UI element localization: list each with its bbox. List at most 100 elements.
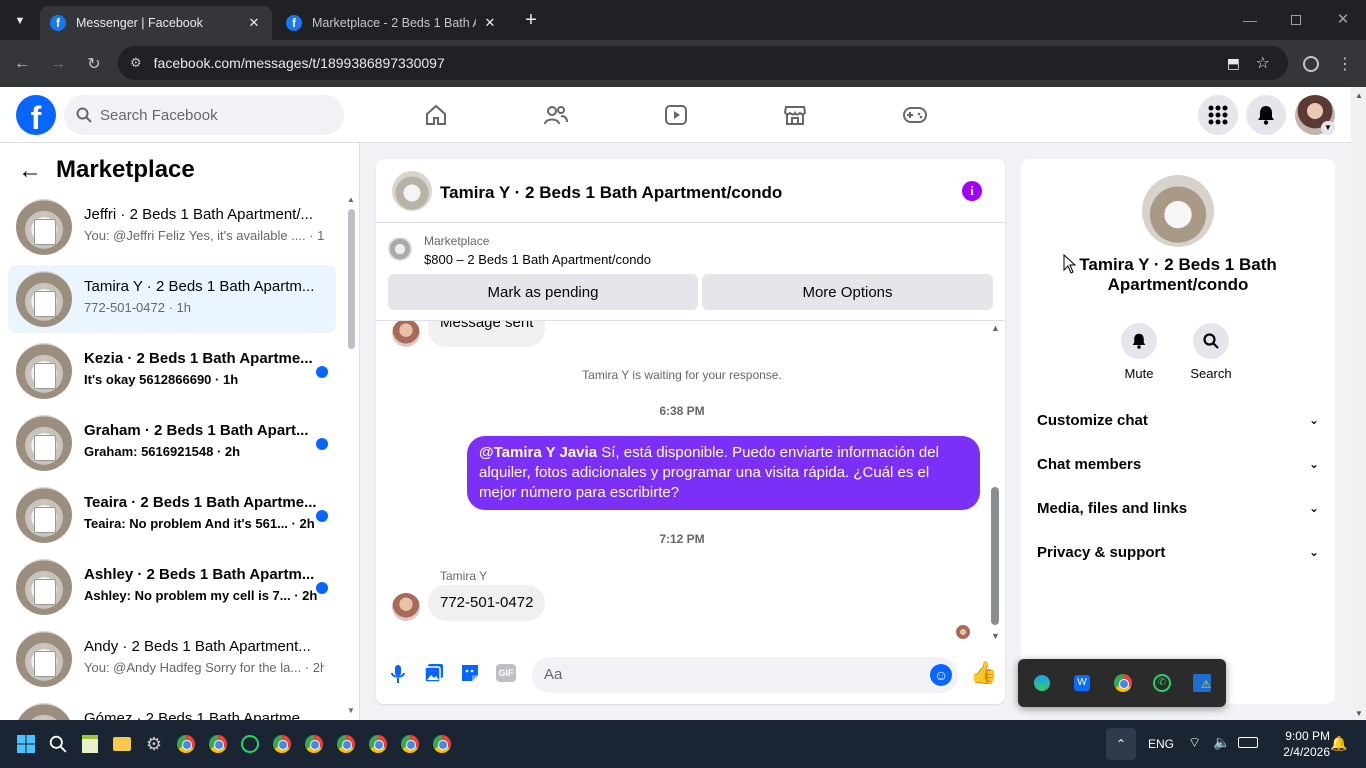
received-message-bubble[interactable]: 772-501-0472 xyxy=(428,585,546,621)
browser-menu-icon[interactable]: ⋮ xyxy=(1332,51,1358,77)
media-files-links-section[interactable]: Media, files and links ⌄ xyxy=(1037,486,1319,530)
mention[interactable]: @Tamira Y Javia xyxy=(479,444,597,461)
list-item[interactable]: Teaira · 2 Beds 1 Bath Apartme... Teaira… xyxy=(8,481,336,549)
site-settings-icon[interactable]: ⚙ xyxy=(130,55,142,71)
received-message-bubble[interactable]: Message sent xyxy=(428,321,546,347)
chrome-taskbar-icon[interactable] xyxy=(334,732,358,756)
list-scrollbar[interactable]: ▲ ▼ xyxy=(345,195,357,715)
chat-avatar[interactable] xyxy=(392,171,432,211)
message-input[interactable]: Aa ☺ xyxy=(532,657,958,693)
video-nav-icon[interactable] xyxy=(656,99,696,131)
tab-search-chevron-icon[interactable]: ▼ xyxy=(10,11,30,31)
mark-as-pending-button[interactable]: Mark as pending xyxy=(388,274,698,310)
clock-date[interactable]: 2/4/2026 xyxy=(1266,745,1330,759)
install-app-icon[interactable]: ⬒ xyxy=(1227,55,1240,72)
unread-dot xyxy=(316,438,328,450)
notifications-bell-icon[interactable] xyxy=(1246,95,1286,135)
message-thread: Message sent Tamira Y is waiting for you… xyxy=(376,321,1005,649)
tab-messenger[interactable]: f Messenger | Facebook ✕ xyxy=(40,6,272,40)
security-warning-tray-icon[interactable]: ⚠ xyxy=(1193,674,1211,692)
menu-grid-icon[interactable] xyxy=(1198,95,1238,135)
battery-icon[interactable] xyxy=(1238,737,1258,748)
chrome-taskbar-icon[interactable] xyxy=(302,732,326,756)
notification-bell-icon[interactable]: 🔔 xyxy=(1330,735,1347,752)
conversation-name: Kezia · 2 Beds 1 Bath Apartme... xyxy=(84,350,313,367)
microphone-icon[interactable] xyxy=(390,664,406,684)
whatsapp-taskbar-icon[interactable] xyxy=(238,732,262,756)
back-icon[interactable]: ← xyxy=(9,51,35,77)
minimize-icon[interactable]: — xyxy=(1240,12,1260,28)
gif-icon[interactable]: GIF xyxy=(496,664,516,682)
photo-icon[interactable] xyxy=(424,663,444,683)
forward-icon[interactable]: → xyxy=(45,51,71,77)
sent-message-bubble[interactable]: @Tamira Y Javia Sí, está disponible. Pue… xyxy=(467,436,980,510)
chrome-taskbar-icon[interactable] xyxy=(366,732,390,756)
chrome-taskbar-icon[interactable] xyxy=(174,732,198,756)
volume-icon[interactable]: 🔈 xyxy=(1213,734,1230,751)
thread-scrollbar[interactable]: ▲ ▼ xyxy=(989,323,1001,641)
home-nav-icon[interactable] xyxy=(416,99,456,131)
close-tab-icon[interactable]: ✕ xyxy=(482,15,498,31)
chrome-taskbar-icon[interactable] xyxy=(398,732,422,756)
language-indicator[interactable]: ENG xyxy=(1148,737,1174,751)
search-conversation-button[interactable]: Search xyxy=(1187,323,1235,381)
account-chevron-icon[interactable]: ▼ xyxy=(1321,121,1335,135)
reload-icon[interactable]: ↻ xyxy=(81,51,107,77)
edge-tray-icon[interactable] xyxy=(1034,675,1050,691)
emoji-icon[interactable]: ☺ xyxy=(930,664,952,686)
file-explorer-icon[interactable] xyxy=(110,732,134,756)
like-thumbs-up-icon[interactable]: 👍 xyxy=(970,660,997,686)
settings-gear-icon[interactable]: ⚙ xyxy=(142,732,166,756)
chrome-tray-icon[interactable] xyxy=(1114,674,1132,692)
notepad-taskbar-icon[interactable] xyxy=(78,732,102,756)
chrome-taskbar-icon[interactable] xyxy=(206,732,230,756)
restore-icon[interactable] xyxy=(1288,12,1304,28)
wifi-icon[interactable]: ⌔ xyxy=(1188,734,1201,752)
new-tab-icon[interactable]: + xyxy=(520,9,542,31)
close-window-icon[interactable]: ✕ xyxy=(1334,10,1352,28)
list-item[interactable]: Kezia · 2 Beds 1 Bath Apartme... It's ok… xyxy=(8,337,336,405)
privacy-support-section[interactable]: Privacy & support ⌄ xyxy=(1037,530,1319,574)
profile-title: Tamira Y · 2 Beds 1 Bath Apartment/condo xyxy=(1079,255,1277,294)
list-item[interactable]: Gómez · 2 Beds 1 Bath Apartme... xyxy=(8,697,336,720)
chat-title[interactable]: Tamira Y · 2 Beds 1 Bath Apartment/condo xyxy=(440,183,782,203)
marketplace-nav-icon[interactable] xyxy=(775,99,815,131)
profile-picture[interactable] xyxy=(1142,175,1214,247)
bookmark-star-icon[interactable]: ☆ xyxy=(1256,53,1270,73)
panel-title: Marketplace xyxy=(56,156,195,183)
info-icon[interactable]: i xyxy=(962,181,982,201)
close-tab-icon[interactable]: ✕ xyxy=(246,15,262,31)
list-item[interactable]: Ashley · 2 Beds 1 Bath Apartm... Ashley:… xyxy=(8,553,336,621)
chat-members-section[interactable]: Chat members ⌄ xyxy=(1037,442,1319,486)
read-receipt-avatar xyxy=(956,625,970,639)
show-hidden-icons-button[interactable]: ⌃ xyxy=(1106,728,1136,760)
friends-nav-icon[interactable] xyxy=(536,99,576,131)
tab-marketplace[interactable]: f Marketplace - 2 Beds 1 Bath Ap ✕ xyxy=(276,6,508,40)
back-arrow-icon[interactable]: ← xyxy=(18,157,46,185)
clock-time[interactable]: 9:00 PM xyxy=(1266,729,1330,743)
list-item[interactable]: Andy · 2 Beds 1 Bath Apartment... You: @… xyxy=(8,625,336,693)
taskbar-search-icon[interactable] xyxy=(46,732,70,756)
mute-button[interactable]: Mute xyxy=(1117,323,1161,381)
whatsapp-tray-icon[interactable]: ✆ xyxy=(1153,674,1171,692)
chrome-taskbar-icon[interactable] xyxy=(430,732,454,756)
facebook-logo-icon[interactable]: f xyxy=(16,95,56,135)
chrome-taskbar-icon[interactable] xyxy=(270,732,294,756)
list-item[interactable]: Tamira Y · 2 Beds 1 Bath Apartm... 772-5… xyxy=(8,265,336,333)
listing-title[interactable]: $800 – 2 Beds 1 Bath Apartment/condo xyxy=(424,252,651,267)
customize-chat-section[interactable]: Customize chat ⌄ xyxy=(1037,398,1319,442)
waves-tray-icon[interactable]: W xyxy=(1074,675,1090,691)
list-item[interactable]: Jeffri · 2 Beds 1 Bath Apartment/... You… xyxy=(8,193,336,261)
page-scrollbar[interactable]: ▲ ▼ xyxy=(1351,87,1366,720)
list-item[interactable]: Graham · 2 Beds 1 Bath Apart... Graham: … xyxy=(8,409,336,477)
listing-avatar[interactable] xyxy=(388,237,412,261)
facebook-search-box[interactable]: Search Facebook xyxy=(64,95,344,135)
more-options-button[interactable]: More Options xyxy=(702,274,993,310)
start-windows-icon[interactable] xyxy=(14,732,38,756)
listing-source: Marketplace xyxy=(424,234,490,248)
address-bar[interactable]: ⚙ facebook.com/messages/t/18993868973300… xyxy=(118,46,1288,80)
gaming-nav-icon[interactable] xyxy=(895,99,935,131)
sticker-icon[interactable] xyxy=(460,663,480,683)
profile-icon[interactable] xyxy=(1298,51,1324,77)
section-label: Customize chat xyxy=(1037,411,1148,429)
